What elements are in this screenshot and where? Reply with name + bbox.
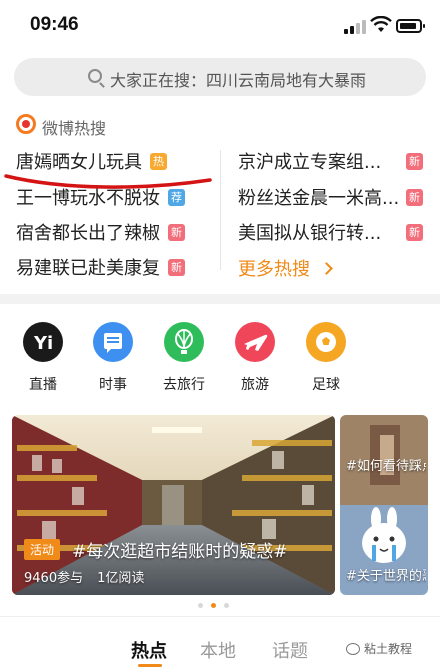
hot-item-text: 易建联已赴美康复 (16, 258, 160, 279)
reads-count: 1亿阅读 (97, 571, 145, 586)
search-placeholder: 大家正在搜：四川云南局地有大暴雨 (110, 71, 367, 90)
quick-link-label: 旅游 (241, 377, 269, 393)
hot-item-text: 京沪成立专案组... (238, 152, 382, 173)
news-icon (93, 322, 133, 362)
section-divider (0, 294, 440, 304)
quick-link-news[interactable]: 时事 (83, 322, 143, 394)
more-hot-search-label: 更多热搜 (238, 259, 310, 280)
quick-link-live[interactable]: Yi 直播 (13, 322, 73, 394)
tab-topics[interactable]: 话题 (272, 637, 308, 663)
search-icon (88, 69, 102, 83)
quick-link-label: 足球 (312, 377, 340, 393)
hot-item[interactable]: 美国拟从银行转... 新 (238, 219, 423, 245)
carousel-dot (224, 603, 229, 608)
new-badge: 新 (168, 258, 185, 276)
new-badge: 新 (406, 152, 423, 170)
quick-link-tourism[interactable]: 旅游 (225, 322, 285, 394)
new-badge: 新 (168, 223, 185, 241)
carousel-dot (198, 603, 203, 608)
cellular-signal-icon (344, 20, 366, 34)
hot-badge: 热 (150, 152, 167, 170)
hot-item[interactable]: 宿舍都长出了辣椒 新 (16, 219, 185, 245)
watermark: 粘土教程 (346, 640, 412, 657)
active-tab-indicator (138, 664, 162, 667)
activity-tag: 活动 (24, 539, 61, 560)
side-card-title-top: #如何看待踩点上下... (346, 459, 426, 474)
hot-item[interactable]: 京沪成立专案组... 新 (238, 148, 423, 174)
status-bar: 09:46 (0, 0, 440, 54)
participants-count: 9460参与 (24, 571, 84, 586)
status-time: 09:46 (30, 14, 79, 35)
red-underline-mark (4, 174, 212, 189)
carousel-dots (198, 603, 229, 608)
feature-card-meta: 9460参与 1亿阅读 (24, 567, 144, 586)
balloon-icon (164, 322, 204, 362)
hot-search-title: 微博热搜 (42, 119, 107, 138)
feature-card[interactable]: 活动 #每次逛超市结账时的疑惑# 9460参与 1亿阅读 (12, 415, 335, 595)
wechat-icon (346, 642, 360, 655)
live-icon: Yi (23, 322, 63, 362)
search-bar[interactable]: 大家正在搜：四川云南局地有大暴雨 (14, 58, 426, 96)
carousel-dot-active (211, 603, 216, 608)
quick-link-label: 时事 (99, 377, 127, 393)
plane-icon (235, 322, 275, 362)
side-card[interactable]: #如何看待踩点上下... #关于世界的恶意太... (340, 415, 428, 595)
hot-item[interactable]: 易建联已赴美康复 新 (16, 254, 185, 280)
quick-link-label: 去旅行 (163, 377, 205, 393)
tab-local[interactable]: 本地 (200, 637, 236, 663)
tab-hot[interactable]: 热点 (131, 637, 167, 663)
quick-link-football[interactable]: 足球 (296, 322, 356, 394)
quick-link-travel[interactable]: 去旅行 (154, 322, 214, 394)
hot-item-text: 粉丝送金晨一米高... (238, 188, 400, 209)
more-hot-search-link[interactable]: 更多热搜 (238, 255, 333, 281)
hot-divider (220, 150, 221, 270)
watermark-text: 粘土教程 (364, 642, 413, 656)
hot-item-text: 美国拟从银行转... (238, 223, 382, 244)
new-badge: 新 (406, 188, 423, 206)
quick-link-label: 直播 (29, 377, 57, 393)
weibo-hot-icon (16, 114, 36, 134)
wifi-icon (370, 16, 392, 32)
tab-divider (0, 616, 440, 617)
battery-icon (396, 19, 425, 33)
hot-item-text: 宿舍都长出了辣椒 (16, 223, 160, 244)
side-card-title-bottom: #关于世界的恶意太... (346, 569, 426, 584)
chevron-right-icon (320, 261, 333, 275)
svg-text:Yi: Yi (33, 333, 53, 354)
new-badge: 新 (406, 223, 423, 241)
hot-item[interactable]: 粉丝送金晨一米高... 新 (238, 184, 423, 210)
football-icon (306, 322, 346, 362)
feature-card-title: #每次逛超市结账时的疑惑# (72, 542, 288, 562)
